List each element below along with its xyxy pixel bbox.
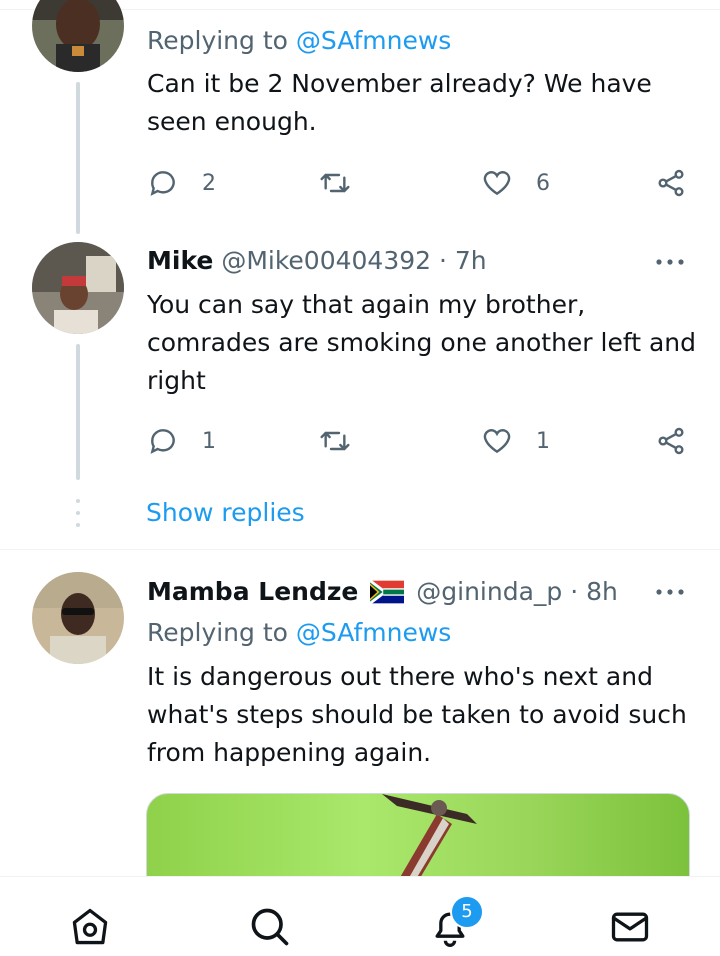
home-icon[interactable] [68,905,112,949]
share-icon[interactable] [655,425,687,457]
bottom-nav-bar [0,876,720,956]
messages-icon[interactable] [608,905,652,949]
replying-to: Replying to @SAfmnews [147,618,452,647]
show-replies-link[interactable]: Show replies [146,498,305,527]
reply-handle-link[interactable]: @SAfmnews [296,26,451,55]
tweet-text: Can it be 2 November already? We have se… [147,69,652,136]
tweet-text: You can say that again my brother, comra… [147,290,696,395]
tweet-text: It is dangerous out there who's next and… [147,662,687,767]
reply-handle-link[interactable]: @SAfmnews [296,618,451,647]
more-icon[interactable] [650,252,690,272]
tweet-header: Mamba Lendze @gininda_p · 8h [147,577,618,606]
handle-time: @Mike00404392 · 7h [221,246,487,275]
tweet-divider [0,549,720,550]
south-africa-flag-icon [369,579,405,605]
more-icon[interactable] [650,582,690,602]
reply-count: 2 [202,171,216,196]
like-icon[interactable] [481,425,513,457]
search-icon[interactable] [248,905,292,949]
avatar[interactable] [32,242,124,334]
reply-count: 1 [202,429,216,454]
thread-dots [76,499,80,527]
display-name[interactable]: Mamba Lendze [147,577,358,606]
replying-to: Replying to @SAfmnews [147,26,452,55]
like-count: 6 [536,171,550,196]
thread-line [76,344,80,480]
like-icon[interactable] [481,167,513,199]
retweet-icon[interactable] [318,425,352,457]
avatar[interactable] [32,572,124,664]
notification-badge: 5 [450,895,484,929]
share-icon[interactable] [655,167,687,199]
display-name[interactable]: Mike [147,246,213,275]
tweet-header: Mike @Mike00404392 · 7h [147,246,487,275]
retweet-icon[interactable] [318,167,352,199]
handle-time: @gininda_p · 8h [416,577,618,606]
avatar[interactable] [32,0,124,72]
reply-icon[interactable] [147,167,179,199]
reply-icon[interactable] [147,425,179,457]
thread-line [76,82,80,234]
like-count: 1 [536,429,550,454]
